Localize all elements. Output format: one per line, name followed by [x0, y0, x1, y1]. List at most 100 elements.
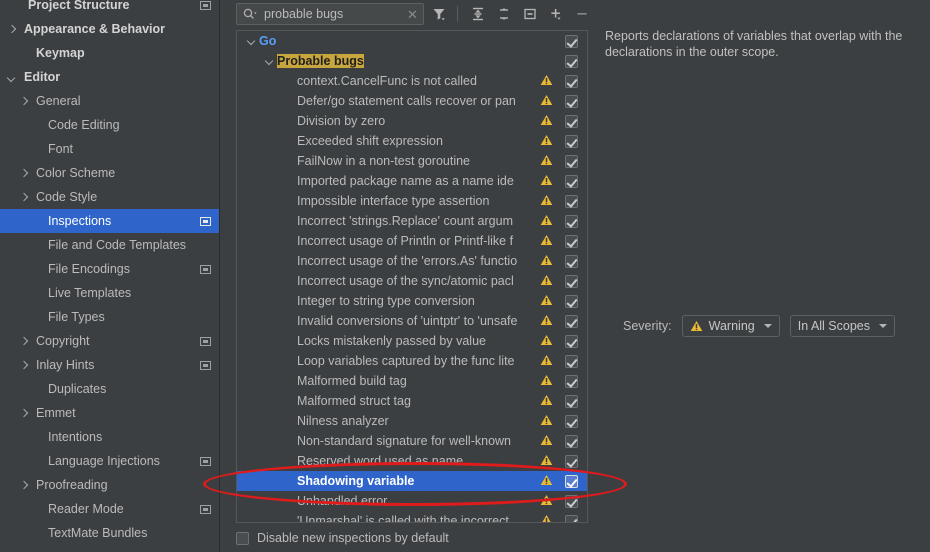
- scope-dropdown[interactable]: In All Scopes: [789, 315, 895, 337]
- add-icon[interactable]: [545, 3, 567, 25]
- sidebar-item-todo[interactable]: TODO: [0, 545, 219, 552]
- sidebar-item-file-types[interactable]: File Types: [0, 305, 219, 329]
- table-row[interactable]: Shadowing variable: [237, 471, 587, 491]
- table-row[interactable]: Defer/go statement calls recover or pan: [237, 91, 587, 111]
- close-icon[interactable]: ✕: [406, 8, 419, 21]
- table-row[interactable]: FailNow in a non-test goroutine: [237, 151, 587, 171]
- chevron-down-icon[interactable]: [245, 31, 259, 51]
- inspection-enabled-checkbox[interactable]: [565, 374, 578, 388]
- table-row[interactable]: Non-standard signature for well-known: [237, 431, 587, 451]
- sidebar-item-inspections[interactable]: Inspections: [0, 209, 219, 233]
- disable-new-inspections-checkbox[interactable]: Disable new inspections by default: [236, 531, 449, 545]
- search-input[interactable]: probable bugs ✕: [236, 3, 424, 25]
- table-row[interactable]: 'Unmarshal' is called with the incorrect: [237, 511, 587, 522]
- inspection-enabled-checkbox[interactable]: [565, 54, 578, 68]
- inspection-enabled-checkbox[interactable]: [565, 494, 578, 508]
- inspection-enabled-checkbox[interactable]: [565, 234, 578, 248]
- inspection-enabled-checkbox[interactable]: [565, 154, 578, 168]
- table-row[interactable]: Incorrect usage of Println or Printf-lik…: [237, 231, 587, 251]
- chevron-down-icon[interactable]: [6, 71, 18, 83]
- chevron-right-icon[interactable]: [18, 167, 30, 179]
- checkbox-box[interactable]: [236, 531, 249, 545]
- collapse-all-icon[interactable]: [493, 3, 515, 25]
- sidebar-item-live-templates[interactable]: Live Templates: [0, 281, 219, 305]
- sidebar-item-intentions[interactable]: Intentions: [0, 425, 219, 449]
- sidebar-item-file-encodings[interactable]: File Encodings: [0, 257, 219, 281]
- inspection-enabled-checkbox[interactable]: [565, 214, 578, 228]
- inspection-enabled-checkbox[interactable]: [565, 274, 578, 288]
- sidebar-item-emmet[interactable]: Emmet: [0, 401, 219, 425]
- inspection-enabled-checkbox[interactable]: [565, 354, 578, 368]
- table-row[interactable]: Incorrect usage of the 'errors.As' funct…: [237, 251, 587, 271]
- inspection-enabled-checkbox[interactable]: [565, 314, 578, 328]
- chevron-right-icon[interactable]: [18, 335, 30, 347]
- sidebar-item-copyright[interactable]: Copyright: [0, 329, 219, 353]
- inspection-enabled-checkbox[interactable]: [565, 94, 578, 108]
- inspection-enabled-checkbox[interactable]: [565, 294, 578, 308]
- filter-icon[interactable]: [428, 3, 450, 25]
- sidebar-item-language-injections[interactable]: Language Injections: [0, 449, 219, 473]
- reset-icon[interactable]: [519, 3, 541, 25]
- sidebar-item-color-scheme[interactable]: Color Scheme: [0, 161, 219, 185]
- table-row[interactable]: Reserved word used as name: [237, 451, 587, 471]
- inspection-enabled-checkbox[interactable]: [565, 334, 578, 348]
- table-row[interactable]: Exceeded shift expression: [237, 131, 587, 151]
- chevron-right-icon[interactable]: [18, 407, 30, 419]
- inspection-enabled-checkbox[interactable]: [565, 474, 578, 488]
- table-row[interactable]: Incorrect usage of the sync/atomic pacl: [237, 271, 587, 291]
- chevron-right-icon[interactable]: [18, 359, 30, 371]
- chevron-right-icon[interactable]: [18, 479, 30, 491]
- inspection-enabled-checkbox[interactable]: [565, 434, 578, 448]
- table-row[interactable]: context.CancelFunc is not called: [237, 71, 587, 91]
- table-row[interactable]: Invalid conversions of 'uintptr' to 'uns…: [237, 311, 587, 331]
- tree-scroll-area[interactable]: Go Probable bugs context.CancelFunc is not…: [237, 31, 587, 522]
- sidebar-item-editor[interactable]: Editor: [0, 65, 219, 89]
- table-row[interactable]: Probable bugs: [237, 51, 587, 71]
- inspection-enabled-checkbox[interactable]: [565, 454, 578, 468]
- inspection-enabled-checkbox[interactable]: [565, 254, 578, 268]
- sidebar-item-general[interactable]: General: [0, 89, 219, 113]
- sidebar-item-code-editing[interactable]: Code Editing: [0, 113, 219, 137]
- sidebar-item-file-and-code-templates[interactable]: File and Code Templates: [0, 233, 219, 257]
- inspection-enabled-checkbox[interactable]: [565, 134, 578, 148]
- table-row[interactable]: Imported package name as a name ide: [237, 171, 587, 191]
- chevron-right-icon[interactable]: [18, 95, 30, 107]
- table-row[interactable]: Locks mistakenly passed by value: [237, 331, 587, 351]
- table-row[interactable]: Malformed struct tag: [237, 391, 587, 411]
- table-row[interactable]: Unhandled error: [237, 491, 587, 511]
- table-row[interactable]: Impossible interface type assertion: [237, 191, 587, 211]
- table-row[interactable]: Loop variables captured by the func lite: [237, 351, 587, 371]
- sidebar-item-keymap[interactable]: Keymap: [0, 41, 219, 65]
- inspection-enabled-checkbox[interactable]: [565, 34, 578, 48]
- chevron-right-icon[interactable]: [6, 23, 18, 35]
- sidebar-item-reader-mode[interactable]: Reader Mode: [0, 497, 219, 521]
- inspection-enabled-checkbox[interactable]: [565, 194, 578, 208]
- sidebar-item-font[interactable]: Font: [0, 137, 219, 161]
- table-row[interactable]: Division by zero: [237, 111, 587, 131]
- sidebar-item-code-style[interactable]: Code Style: [0, 185, 219, 209]
- sidebar-item-inlay-hints[interactable]: Inlay Hints: [0, 353, 219, 377]
- table-row[interactable]: Incorrect 'strings.Replace' count argum: [237, 211, 587, 231]
- sidebar-item-project-structure[interactable]: Project Structure: [0, 0, 219, 17]
- chevron-down-icon[interactable]: [263, 51, 277, 71]
- inspection-enabled-checkbox[interactable]: [565, 414, 578, 428]
- sidebar-item-duplicates[interactable]: Duplicates: [0, 377, 219, 401]
- severity-dropdown[interactable]: Warning: [681, 315, 780, 337]
- inspection-enabled-checkbox[interactable]: [565, 114, 578, 128]
- table-row[interactable]: Malformed build tag: [237, 371, 587, 391]
- expand-all-icon[interactable]: [467, 3, 489, 25]
- search-value[interactable]: probable bugs: [258, 7, 406, 21]
- remove-icon[interactable]: [571, 3, 593, 25]
- chevron-right-icon[interactable]: [18, 191, 30, 203]
- table-row[interactable]: Go: [237, 31, 587, 51]
- sidebar-item-textmate-bundles[interactable]: TextMate Bundles: [0, 521, 219, 545]
- table-row[interactable]: Integer to string type conversion: [237, 291, 587, 311]
- inspection-enabled-checkbox[interactable]: [565, 174, 578, 188]
- inspection-enabled-checkbox[interactable]: [565, 394, 578, 408]
- sidebar-item-appearance-behavior[interactable]: Appearance & Behavior: [0, 17, 219, 41]
- inspection-enabled-checkbox[interactable]: [565, 74, 578, 88]
- inspections-tree[interactable]: Go Probable bugs context.CancelFunc is not…: [236, 30, 588, 523]
- table-row[interactable]: Nilness analyzer: [237, 411, 587, 431]
- inspection-enabled-checkbox[interactable]: [565, 514, 578, 522]
- settings-sidebar[interactable]: Project Structure Appearance & Behavior Ke…: [0, 0, 219, 552]
